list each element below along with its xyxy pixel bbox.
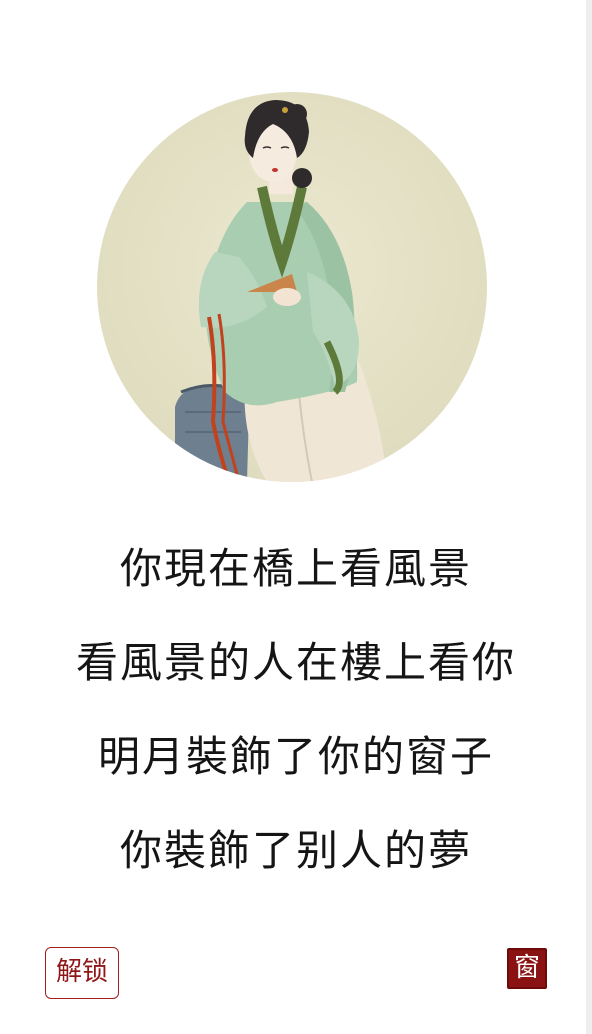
poem-line: 你現在橋上看風景	[119, 544, 472, 593]
poem-line: 明月裝飾了你的窗子	[97, 732, 494, 781]
poem-line: 你裝飾了别人的夢	[119, 826, 472, 875]
portrait-image	[97, 92, 487, 482]
poem: 你現在橋上看風景 看風景的人在樓上看你 明月裝飾了你的窗子 你裝飾了别人的夢	[0, 548, 592, 924]
poem-line: 看風景的人在樓上看你	[75, 638, 516, 687]
window-seal-button[interactable]: 窗	[507, 948, 547, 989]
unlock-button[interactable]: 解锁	[45, 947, 119, 999]
